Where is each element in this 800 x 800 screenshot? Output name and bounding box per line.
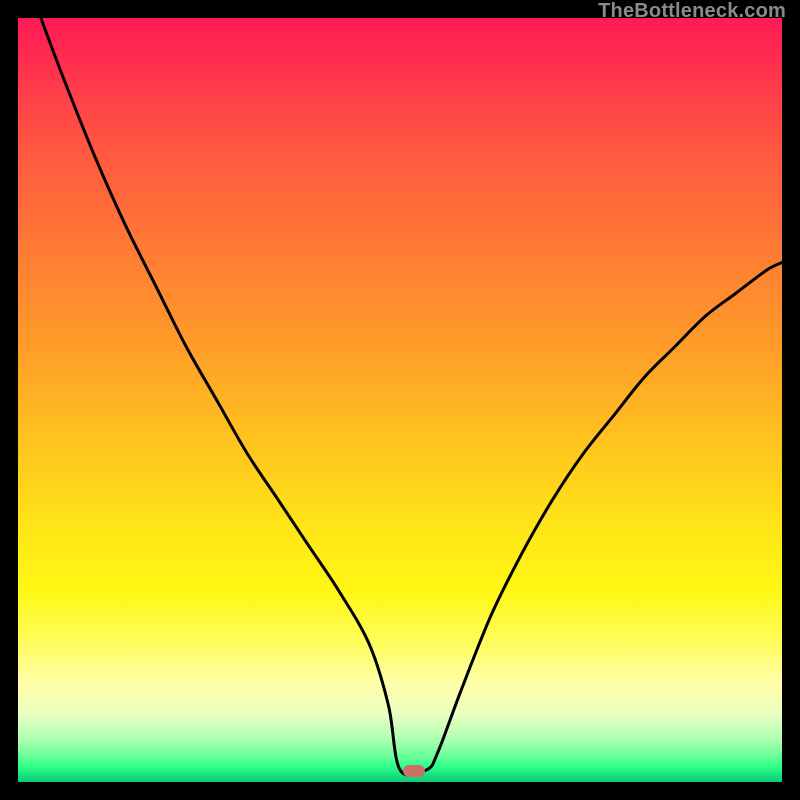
chart-container: TheBottleneck.com [0, 0, 800, 800]
optimal-point-marker [403, 765, 425, 777]
bottleneck-curve [18, 18, 782, 782]
plot-area [18, 18, 782, 782]
